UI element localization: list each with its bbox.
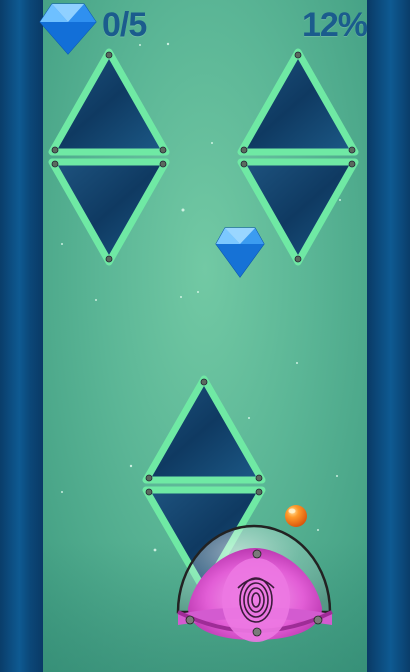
diamond-obstacle (237, 48, 359, 266)
game-scene (48, 42, 359, 642)
blue-diamond-icon (39, 3, 97, 55)
gem-counter: 0/5 (102, 6, 147, 44)
level-progress: 12% (301, 6, 368, 44)
diamond-obstacle (48, 48, 170, 266)
orange-ball (285, 505, 307, 527)
gem-pickup (215, 227, 265, 278)
